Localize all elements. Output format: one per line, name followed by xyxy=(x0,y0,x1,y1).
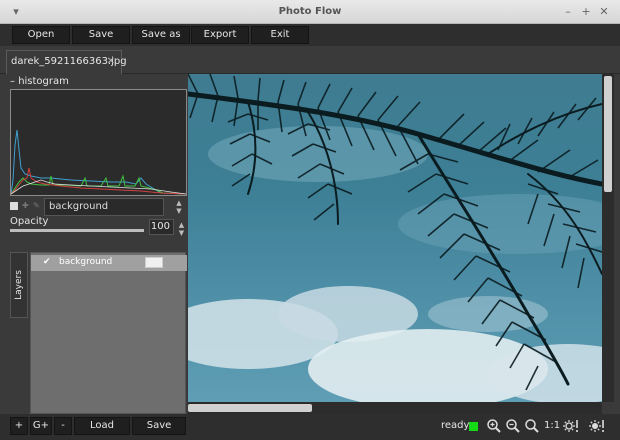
vertical-scrollbar[interactable] xyxy=(602,74,614,402)
remove-layer-button[interactable]: - xyxy=(54,417,72,435)
title-bar: ▾ Photo Flow – + ✕ xyxy=(0,0,620,24)
exit-button[interactable]: Exit xyxy=(251,26,309,44)
zoom-in-icon[interactable] xyxy=(486,418,502,434)
save-button[interactable]: Save xyxy=(72,26,130,44)
layers-list[interactable]: ✔ background xyxy=(30,252,187,414)
minimize-icon[interactable]: – xyxy=(560,4,576,20)
window-title: Photo Flow xyxy=(278,6,342,17)
sun-icon[interactable] xyxy=(562,418,578,434)
add-layer-button[interactable]: + xyxy=(10,417,28,435)
photo-image xyxy=(188,74,602,402)
histogram-plot xyxy=(10,129,187,195)
load-button[interactable]: Load xyxy=(74,417,130,435)
histogram-green-curve xyxy=(10,174,187,195)
horizontal-scrollbar[interactable] xyxy=(188,402,602,414)
pin-icon[interactable]: ✚ xyxy=(22,202,30,210)
layer-item-name: background xyxy=(59,257,113,267)
checkbox-icon[interactable]: ✔ xyxy=(43,257,54,268)
tab-bar: darek_5921166363.jpg ✕ xyxy=(0,46,620,74)
histogram-header[interactable]: – histogram xyxy=(10,76,69,87)
collapse-icon[interactable]: – xyxy=(10,76,15,87)
layer-spin-icon[interactable]: ▲ ▼ xyxy=(174,199,184,215)
histogram-display xyxy=(10,89,187,196)
export-button[interactable]: Export xyxy=(191,26,249,44)
zoom-1to1-button[interactable]: 1:1 xyxy=(544,420,560,431)
main-toolbar: Open Save Save as Export Exit xyxy=(0,24,620,46)
image-canvas[interactable] xyxy=(188,74,602,402)
close-icon[interactable]: ✕ xyxy=(107,51,115,73)
opacity-slider[interactable] xyxy=(10,229,144,232)
layer-name-field[interactable]: background xyxy=(44,198,164,216)
zoom-fit-icon[interactable] xyxy=(524,418,540,434)
bottom-bar: + G+ - Load Save ready 1:1 xyxy=(0,414,620,440)
layers-tab-label: Layers xyxy=(14,270,24,300)
close-window-icon[interactable]: ✕ xyxy=(596,4,612,20)
opacity-field[interactable]: 100 xyxy=(149,219,174,235)
save-preset-button[interactable]: Save xyxy=(132,417,186,435)
edit-icon[interactable]: ✎ xyxy=(33,202,41,210)
list-item[interactable]: ✔ background xyxy=(31,255,187,271)
layers-tab[interactable]: Layers xyxy=(10,252,28,318)
open-button[interactable]: Open xyxy=(12,26,70,44)
layer-thumbnail xyxy=(145,257,163,268)
save-as-button[interactable]: Save as xyxy=(132,26,190,44)
opacity-label: Opacity xyxy=(10,216,49,227)
vertical-scroll-thumb[interactable] xyxy=(604,76,612,192)
opacity-spin-icon[interactable]: ▲ ▼ xyxy=(177,221,186,237)
histogram-title: histogram xyxy=(18,76,69,87)
opacity-slider-fill xyxy=(10,229,144,232)
maximize-icon[interactable]: + xyxy=(578,4,594,20)
add-group-button[interactable]: G+ xyxy=(30,417,52,435)
status-text: ready xyxy=(441,420,470,431)
visibility-icon[interactable] xyxy=(10,202,18,210)
layer-name-row: ✚ ✎ background ▲ ▼ xyxy=(10,198,186,216)
horizontal-scroll-thumb[interactable] xyxy=(188,404,312,412)
tab-image[interactable]: darek_5921166363.jpg ✕ xyxy=(6,50,127,74)
status-indicator xyxy=(469,422,478,431)
left-panel: – histogram ✚ ✎ background ▲ ▼ Opacity 10… xyxy=(0,74,188,414)
zoom-out-icon[interactable] xyxy=(505,418,521,434)
sun-filled-icon[interactable] xyxy=(588,418,604,434)
